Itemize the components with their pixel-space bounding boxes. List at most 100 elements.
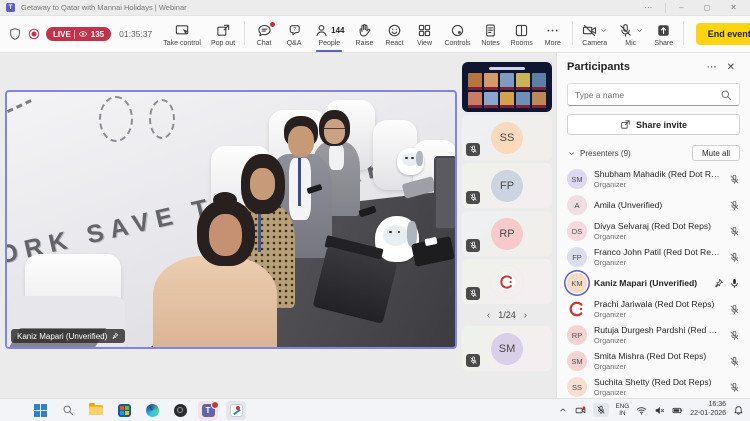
share-invite-button[interactable]: Share invite	[567, 114, 740, 135]
notification-bell-icon[interactable]	[733, 405, 744, 416]
mic-muted-icon[interactable]	[729, 356, 740, 367]
mic-button[interactable]: Mic	[613, 20, 649, 49]
taskbar-clock[interactable]: 16:3622-01-2026	[690, 401, 726, 419]
notes-button[interactable]: Notes	[476, 20, 506, 49]
mic-icon	[618, 23, 633, 38]
participant-search[interactable]	[567, 83, 740, 106]
search-input[interactable]	[575, 90, 720, 100]
window-titlebar: T Getaway to Qatar with Mannai Holidays …	[0, 0, 750, 16]
react-button[interactable]: React	[379, 20, 409, 49]
language-indicator[interactable]: ENGIN	[616, 403, 630, 417]
slide-photo-tile	[516, 73, 530, 90]
share-button[interactable]: Share	[649, 20, 679, 49]
participant-row[interactable]: RP Rutuja Durgesh Pardshi (Red Dot R... …	[567, 322, 740, 348]
battery-icon[interactable]	[672, 405, 683, 416]
edge-browser-icon[interactable]	[142, 401, 162, 420]
camera-app-icon[interactable]	[170, 401, 190, 420]
mute-all-button[interactable]: Mute all	[692, 145, 740, 161]
window-minimize-button[interactable]: –	[672, 3, 690, 12]
pop-out-button[interactable]: Pop out	[206, 20, 240, 49]
camera-button[interactable]: Camera	[577, 20, 613, 49]
chat-button[interactable]: Chat	[249, 20, 279, 49]
snipping-tool-icon[interactable]	[226, 401, 246, 420]
chevron-down-icon[interactable]	[635, 26, 644, 35]
slide-photo-tile	[468, 92, 482, 109]
window-maximize-button[interactable]: ◻	[697, 3, 718, 12]
teams-logo-icon: T	[6, 3, 15, 12]
react-icon	[387, 23, 402, 38]
eyeglasses	[324, 128, 345, 131]
tray-camera-icon[interactable]	[575, 405, 586, 416]
pin-icon[interactable]	[713, 278, 724, 289]
main-video-stage[interactable]: ORK SAVE TRAVEL REPEAT	[5, 90, 457, 349]
slide-photo-tile	[532, 73, 546, 90]
participant-row[interactable]: SS Suchita Shetty (Red Dot Reps) Organiz…	[567, 374, 740, 400]
start-button[interactable]	[30, 401, 50, 420]
mic-muted-badge	[466, 143, 480, 156]
chevron-down-icon[interactable]	[599, 26, 608, 35]
mic-muted-icon[interactable]	[729, 174, 740, 185]
teams-taskbar-icon[interactable]: T	[198, 401, 218, 420]
tray-chevron-up-icon[interactable]	[558, 405, 568, 415]
more-button[interactable]: More	[538, 20, 568, 49]
participant-role: Organizer	[594, 180, 722, 189]
participant-shirt	[329, 144, 344, 170]
mic-muted-icon[interactable]	[729, 226, 740, 237]
window-more-button[interactable]: ⋯	[637, 3, 659, 12]
panel-close-button[interactable]: ✕	[722, 62, 740, 73]
share-invite-icon	[620, 119, 631, 130]
take-control-button[interactable]: Take control	[158, 20, 206, 49]
participant-name: Smita Mishra (Red Dot Reps)	[594, 351, 722, 361]
qna-button[interactable]: ? Q&A	[279, 20, 309, 49]
view-button[interactable]: View	[409, 20, 439, 49]
video-tile-logo[interactable]	[462, 259, 552, 304]
participant-name: Amila (Unverified)	[594, 200, 722, 210]
monitor	[434, 156, 457, 230]
participant-row[interactable]: SM Smita Mishra (Red Dot Reps) Organizer	[567, 348, 740, 374]
mic-muted-icon[interactable]	[729, 382, 740, 393]
participant-name: Suchita Shetty (Red Dot Reps)	[594, 377, 722, 387]
participant-name: Franco John Patil (Red Dot Reps)	[594, 247, 722, 257]
mic-muted-icon[interactable]	[729, 304, 740, 315]
screenshare-thumbnail[interactable]	[462, 62, 552, 112]
participant-name: Kaniz Mapari (Unverified)	[594, 278, 706, 288]
video-tile-RP[interactable]: RP	[462, 211, 552, 256]
people-count: 144	[331, 26, 344, 35]
chevron-down-icon[interactable]	[567, 149, 576, 158]
participant-row[interactable]: SM Shubham Mahadik (Red Dot Reps) Organi…	[567, 166, 740, 192]
notification-dot	[270, 22, 275, 27]
avatar: A	[567, 195, 587, 215]
recording-icon	[27, 27, 41, 41]
microsoft-store-icon[interactable]	[114, 401, 134, 420]
mic-muted-icon[interactable]	[729, 200, 740, 211]
strip-pagination[interactable]: ‹ 1/24 ›	[462, 307, 552, 323]
taskbar-search-icon[interactable]	[58, 401, 78, 420]
mic-muted-icon[interactable]	[729, 252, 740, 263]
avatar: SM	[567, 169, 587, 189]
wifi-icon[interactable]	[636, 405, 647, 416]
next-page-icon[interactable]: ›	[524, 310, 527, 321]
people-button[interactable]: 144 People	[309, 20, 349, 49]
end-event-button[interactable]: End event	[696, 23, 750, 45]
panel-more-button[interactable]: ⋯	[702, 62, 722, 73]
rooms-button[interactable]: Rooms	[506, 20, 538, 49]
volume-muted-icon[interactable]	[654, 405, 665, 416]
tray-mic-muted-icon[interactable]	[593, 403, 609, 417]
participant-row[interactable]: KM Kaniz Mapari (Unverified)	[567, 270, 740, 296]
raise-button[interactable]: Raise	[349, 20, 379, 49]
video-tile-SS[interactable]: SS	[462, 115, 552, 160]
participant-row[interactable]: FP Franco John Patil (Red Dot Reps) Orga…	[567, 244, 740, 270]
mic-muted-icon[interactable]	[729, 330, 740, 341]
video-tile-SM[interactable]: SM	[462, 326, 552, 371]
window-close-button[interactable]: ✕	[723, 3, 744, 12]
video-tile-FP[interactable]: FP	[462, 163, 552, 208]
participants-panel: Participants ⋯ ✕ Share invite Presenters…	[556, 53, 750, 398]
file-explorer-icon[interactable]	[86, 401, 106, 420]
participant-row[interactable]: A Amila (Unverified)	[567, 192, 740, 218]
controls-button[interactable]: Controls	[439, 20, 475, 49]
mic-on-icon[interactable]	[729, 278, 740, 289]
avatar: KM	[567, 273, 587, 293]
participant-row[interactable]: Prachi Jariwala (Red Dot Reps) Organizer	[567, 296, 740, 322]
prev-page-icon[interactable]: ‹	[487, 310, 490, 321]
participant-row[interactable]: DS Divya Selvaraj (Red Dot Reps) Organiz…	[567, 218, 740, 244]
